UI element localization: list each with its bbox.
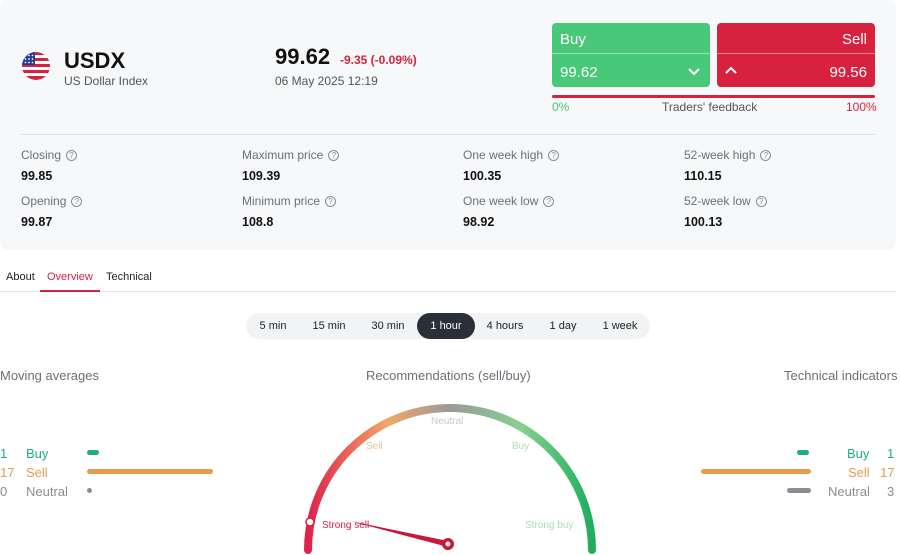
period-1-week[interactable]: 1 week	[594, 313, 646, 339]
stat-label: 52-week high	[684, 148, 756, 162]
stat-minimum-price: Minimum price? 108.8	[242, 194, 337, 229]
ma-sell-bar	[87, 469, 213, 474]
gauge-label-sell: Sell	[366, 441, 383, 452]
stat-label: Opening	[21, 194, 67, 208]
info-icon[interactable]: ?	[543, 195, 555, 207]
price-change: -9.35 (-0.09%)	[340, 53, 417, 67]
info-icon[interactable]: ?	[66, 149, 78, 161]
stat-value: 99.87	[21, 215, 53, 229]
stat-label: One week high	[463, 148, 544, 162]
ma-sell-count: 17	[0, 465, 15, 480]
stat-value: 100.35	[463, 169, 502, 183]
stat-label: Closing	[21, 148, 62, 162]
stat-value: 100.13	[684, 215, 723, 229]
stat-opening: Opening? 99.87	[21, 194, 83, 229]
technical-indicators-title: Technical indicators	[784, 368, 898, 383]
traders-feedback-label: Traders' feedback	[662, 100, 758, 114]
instrument-card: USDX US Dollar Index 99.62 -9.35 (-0.09%…	[0, 0, 896, 250]
feedback-buy-percent: 0%	[552, 100, 570, 114]
ma-buy-count: 1	[0, 446, 8, 461]
info-icon[interactable]: ?	[548, 149, 560, 161]
period-1-day[interactable]: 1 day	[536, 313, 590, 339]
ti-buy-count: 1	[887, 446, 895, 461]
stat-label: 52-week low	[684, 194, 751, 208]
ti-sell-bar	[701, 469, 811, 474]
stat-value: 98.92	[463, 215, 495, 229]
ma-neutral-count: 0	[0, 484, 8, 499]
ti-sell-count: 17	[880, 465, 895, 480]
gauge-label-strong-sell: Strong sell	[322, 520, 369, 531]
period-5-min[interactable]: 5 min	[246, 313, 300, 339]
sell-label: Sell	[841, 31, 867, 48]
sell-divider	[717, 53, 875, 54]
tab-technical[interactable]: Technical	[106, 271, 152, 290]
divider	[21, 134, 875, 135]
stat-52-week-low: 52-week low? 100.13	[684, 194, 767, 229]
info-icon[interactable]: ?	[328, 149, 340, 161]
tab-bar: About Overview Technical	[0, 265, 896, 292]
instrument-symbol: USDX	[64, 48, 126, 73]
stat-value: 108.8	[242, 215, 274, 229]
gauge-label-buy: Buy	[512, 441, 529, 452]
period-selector: 5 min 15 min 30 min 1 hour 4 hours 1 day…	[246, 313, 650, 339]
buy-divider	[552, 53, 710, 54]
stat-value: 110.15	[684, 169, 722, 183]
gauge-label-neutral: Neutral	[431, 416, 463, 427]
ti-neutral-label: Neutral	[828, 484, 870, 499]
recommendations-title: Recommendations (sell/buy)	[366, 368, 531, 383]
price-datetime: 06 May 2025 12:19	[275, 74, 378, 88]
ma-buy-bar	[87, 450, 99, 455]
buy-button[interactable]: Buy 99.62	[552, 23, 710, 87]
stat-label: Maximum price	[242, 148, 324, 162]
period-30-min[interactable]: 30 min	[360, 313, 416, 339]
sell-button[interactable]: Sell 99.56	[717, 23, 875, 87]
ti-buy-bar	[797, 450, 809, 455]
gauge-label-strong-buy: Strong buy	[525, 520, 573, 531]
stat-one-week-low: One week low? 98.92	[463, 194, 555, 229]
period-15-min[interactable]: 15 min	[302, 313, 356, 339]
ti-sell-label: Sell	[848, 465, 870, 480]
stat-value: 109.39	[242, 169, 281, 183]
stat-52-week-high: 52-week high? 110.15	[684, 148, 772, 183]
tab-overview[interactable]: Overview	[40, 271, 100, 292]
ma-sell-label: Sell	[26, 465, 48, 480]
ti-neutral-bar	[787, 488, 811, 493]
gauge-marker	[305, 517, 315, 527]
info-icon[interactable]: ?	[755, 195, 767, 207]
stat-label: One week low	[463, 194, 539, 208]
ma-neutral-label: Neutral	[26, 484, 68, 499]
tab-about[interactable]: About	[6, 271, 35, 290]
ma-neutral-bar	[87, 488, 92, 493]
stat-maximum-price: Maximum price? 109.39	[242, 148, 340, 183]
ti-neutral-count: 3	[887, 484, 895, 499]
info-icon[interactable]: ?	[71, 195, 83, 207]
stat-value: 99.85	[21, 169, 53, 183]
stat-label: Minimum price	[242, 194, 321, 208]
period-4-hours[interactable]: 4 hours	[478, 313, 532, 339]
chevron-down-icon	[688, 68, 700, 76]
ma-buy-label: Buy	[26, 446, 49, 461]
chevron-up-icon	[725, 66, 737, 74]
current-price: 99.62	[275, 44, 331, 69]
info-icon[interactable]: ?	[760, 149, 772, 161]
period-1-hour[interactable]: 1 hour	[417, 313, 475, 339]
buy-price: 99.62	[560, 64, 598, 81]
moving-averages-title: Moving averages	[0, 368, 99, 383]
stat-one-week-high: One week high? 100.35	[463, 148, 560, 183]
feedback-sell-percent: 100%	[846, 100, 877, 114]
us-flag-icon	[22, 52, 50, 80]
ti-buy-label: Buy	[847, 446, 870, 461]
instrument-name: US Dollar Index	[64, 74, 149, 88]
info-icon[interactable]: ?	[325, 195, 337, 207]
stat-closing: Closing? 99.85	[21, 148, 78, 183]
recommendation-gauge: Strong sell Sell Neutral Buy Strong buy	[304, 404, 596, 554]
buy-label: Buy	[560, 31, 586, 48]
traders-feedback-bar	[552, 95, 875, 98]
sell-price: 99.56	[829, 64, 867, 81]
